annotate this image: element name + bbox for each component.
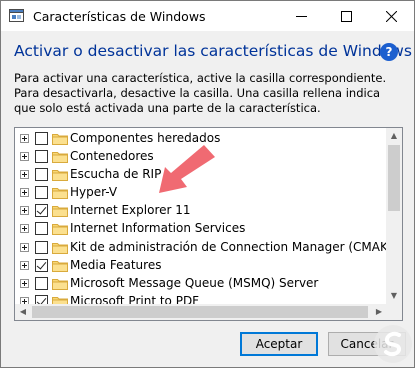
help-icon[interactable]: ? bbox=[380, 43, 398, 61]
feature-checkbox[interactable] bbox=[35, 276, 48, 290]
feature-label: Media Features bbox=[70, 257, 162, 272]
horizontal-scrollbar[interactable]: ◀ ▶ bbox=[15, 304, 387, 320]
feature-label: Escucha de RIP bbox=[70, 167, 162, 182]
feature-row[interactable]: Internet Explorer 11 bbox=[15, 202, 387, 220]
feature-label: Hyper-V bbox=[70, 185, 118, 200]
feature-label: Microsoft Message Queue (MSMQ) Server bbox=[70, 275, 319, 290]
vertical-scrollbar[interactable]: ▲ ▼ bbox=[386, 128, 402, 304]
feature-row[interactable]: Internet Information Services bbox=[15, 220, 387, 238]
vertical-scroll-thumb[interactable] bbox=[388, 145, 400, 211]
feature-label: Internet Information Services bbox=[70, 221, 246, 236]
feature-checkbox[interactable] bbox=[35, 258, 48, 272]
dialog-description: Para activar una característica, active … bbox=[14, 71, 387, 115]
expand-icon[interactable] bbox=[20, 260, 29, 270]
folder-icon bbox=[52, 206, 68, 218]
feature-label: Contenedores bbox=[70, 149, 154, 164]
feature-checkbox[interactable] bbox=[35, 186, 48, 200]
close-icon bbox=[386, 10, 397, 22]
scrollbar-corner bbox=[386, 304, 402, 320]
folder-icon bbox=[52, 134, 68, 145]
maximize-button[interactable] bbox=[324, 1, 369, 31]
pointer-arrow-icon bbox=[159, 145, 215, 193]
feature-label: Internet Explorer 11 bbox=[70, 203, 191, 218]
windows-features-icon bbox=[9, 9, 24, 22]
maximize-icon bbox=[341, 10, 352, 22]
feature-row[interactable]: Media Features bbox=[15, 257, 387, 275]
minimize-button[interactable] bbox=[279, 1, 324, 31]
features-dialog: Características de Windows Activar o des… bbox=[0, 0, 415, 368]
accept-button[interactable]: Aceptar bbox=[240, 332, 318, 356]
expand-icon[interactable] bbox=[20, 170, 29, 180]
window-title: Características de Windows bbox=[33, 9, 206, 24]
folder-icon bbox=[52, 242, 68, 254]
feature-checkbox[interactable] bbox=[35, 168, 48, 182]
expand-icon[interactable] bbox=[20, 206, 29, 216]
folder-icon bbox=[52, 260, 68, 272]
folder-icon bbox=[52, 188, 68, 200]
expand-icon[interactable] bbox=[20, 134, 29, 143]
expand-icon[interactable] bbox=[20, 152, 29, 162]
feature-checkbox[interactable] bbox=[35, 204, 48, 218]
feature-checkbox[interactable] bbox=[35, 132, 48, 145]
logo-watermark bbox=[374, 325, 412, 363]
scroll-left-icon[interactable]: ◀ bbox=[15, 304, 31, 320]
expand-icon[interactable] bbox=[20, 278, 29, 288]
close-button[interactable] bbox=[369, 1, 414, 31]
folder-icon bbox=[52, 152, 68, 164]
scroll-up-icon[interactable]: ▲ bbox=[386, 128, 402, 144]
folder-icon bbox=[52, 278, 68, 290]
scroll-right-icon[interactable]: ▶ bbox=[371, 304, 387, 320]
expand-icon[interactable] bbox=[20, 242, 29, 252]
folder-icon bbox=[52, 170, 68, 182]
title-bar: Características de Windows bbox=[1, 1, 414, 31]
feature-label: Kit de administración de Connection Mana… bbox=[70, 239, 403, 254]
feature-checkbox[interactable] bbox=[35, 150, 48, 164]
feature-checkbox[interactable] bbox=[35, 240, 48, 254]
expand-icon[interactable] bbox=[20, 224, 29, 234]
feature-row[interactable]: Microsoft Message Queue (MSMQ) Server bbox=[15, 275, 387, 293]
horizontal-scroll-thumb[interactable] bbox=[32, 306, 368, 318]
minimize-icon bbox=[296, 15, 307, 17]
feature-row[interactable]: Kit de administración de Connection Mana… bbox=[15, 239, 402, 257]
dialog-heading: Activar o desactivar las características… bbox=[14, 42, 412, 60]
folder-icon bbox=[52, 224, 68, 236]
scroll-down-icon[interactable]: ▼ bbox=[386, 288, 402, 304]
expand-icon[interactable] bbox=[20, 188, 29, 198]
feature-checkbox[interactable] bbox=[35, 222, 48, 236]
